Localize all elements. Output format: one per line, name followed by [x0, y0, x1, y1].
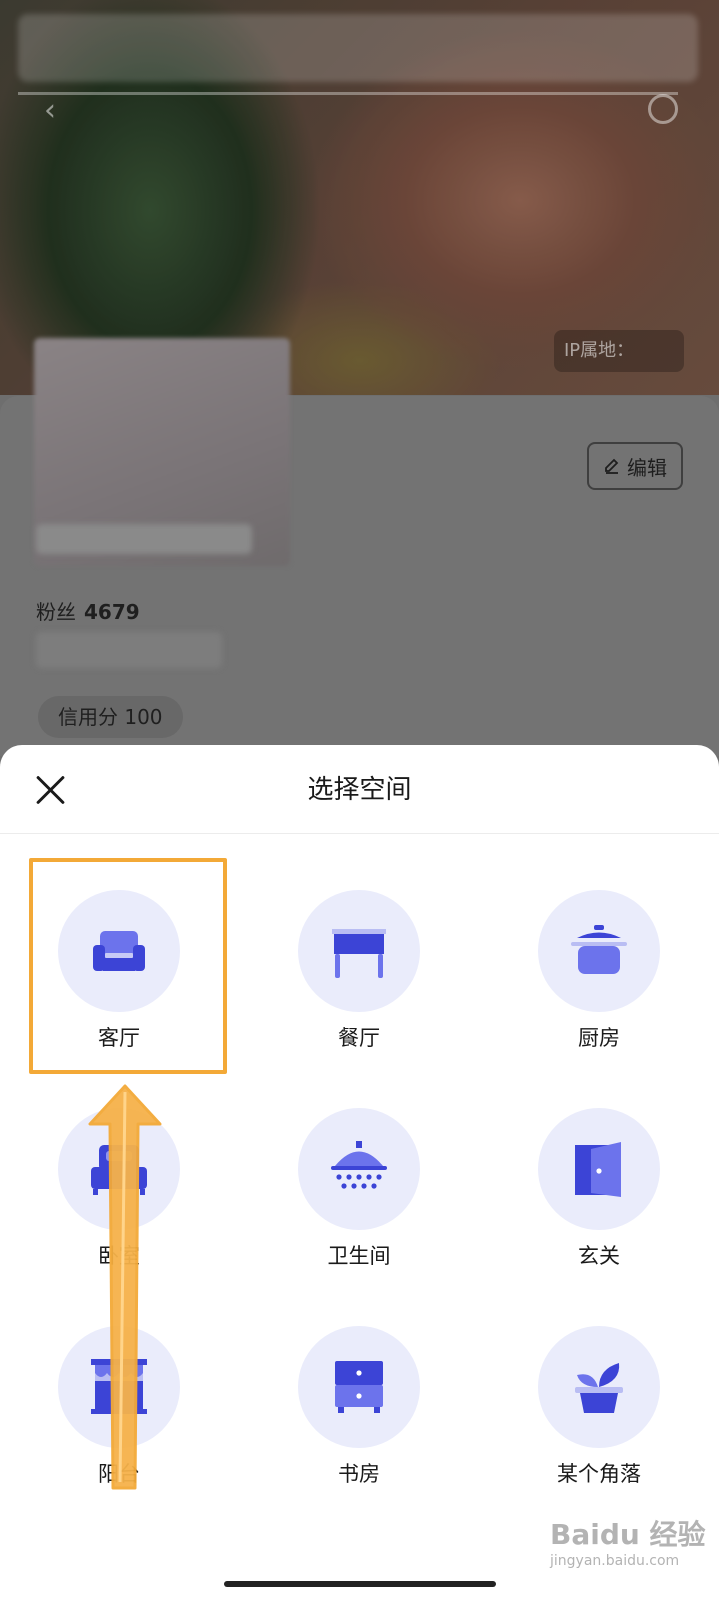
space-bathroom[interactable]: 卫生间 [258, 1108, 458, 1308]
space-label: 书房 [338, 1462, 380, 1486]
space-label: 某个角落 [557, 1462, 641, 1486]
space-label: 玄关 [578, 1244, 620, 1268]
shower-icon [331, 1141, 387, 1189]
space-icon-circle [298, 1108, 420, 1230]
space-entrance[interactable]: 玄关 [498, 1108, 698, 1308]
dining-table-icon [332, 929, 386, 978]
space-icon-circle [538, 1326, 660, 1448]
highlight-box [29, 858, 227, 1074]
cabinet-icon [335, 1361, 383, 1413]
space-label: 卫生间 [327, 1244, 391, 1268]
watermark-sub: jingyan.baidu.com [550, 1553, 680, 1569]
fans-count[interactable]: 粉丝 4679 [36, 596, 140, 625]
edit-profile-button[interactable]: 编辑 [587, 442, 683, 490]
blurred-header [18, 14, 698, 82]
space-corner[interactable]: 某个角落 [498, 1326, 698, 1526]
door-icon [575, 1142, 621, 1197]
fans-number: 4679 [84, 600, 140, 624]
username-blurred [36, 524, 252, 554]
pencil-icon [605, 458, 619, 474]
space-dining-room[interactable]: 餐厅 [258, 890, 458, 1090]
space-icon-circle [538, 1108, 660, 1230]
sheet-divider [0, 833, 719, 834]
back-icon[interactable]: ‹ [44, 96, 70, 126]
fans-label: 粉丝 [36, 600, 76, 624]
edit-label: 编辑 [627, 455, 667, 480]
space-icon-circle [298, 1326, 420, 1448]
plant-icon [575, 1363, 623, 1413]
credit-score-chip[interactable]: 信用分 100 [38, 696, 183, 738]
watermark-main: Baidu 经验 [550, 1518, 706, 1551]
space-label: 厨房 [578, 1026, 620, 1050]
ip-location-chip: IP属地： [554, 330, 684, 372]
watermark: Baidu 经验 jingyan.baidu.com [550, 1518, 719, 1588]
sheet-title: 选择空间 [307, 775, 412, 805]
annotation-arrow [88, 1084, 162, 1490]
space-icon-circle [538, 890, 660, 1012]
refresh-icon[interactable] [648, 94, 678, 124]
space-study[interactable]: 书房 [258, 1326, 458, 1526]
space-icon-circle [298, 890, 420, 1012]
pot-icon [571, 925, 627, 974]
bio-blurred [36, 632, 222, 668]
space-kitchen[interactable]: 厨房 [498, 890, 698, 1090]
home-indicator[interactable] [224, 1581, 496, 1587]
header-divider [18, 92, 678, 95]
space-label: 餐厅 [338, 1026, 380, 1050]
